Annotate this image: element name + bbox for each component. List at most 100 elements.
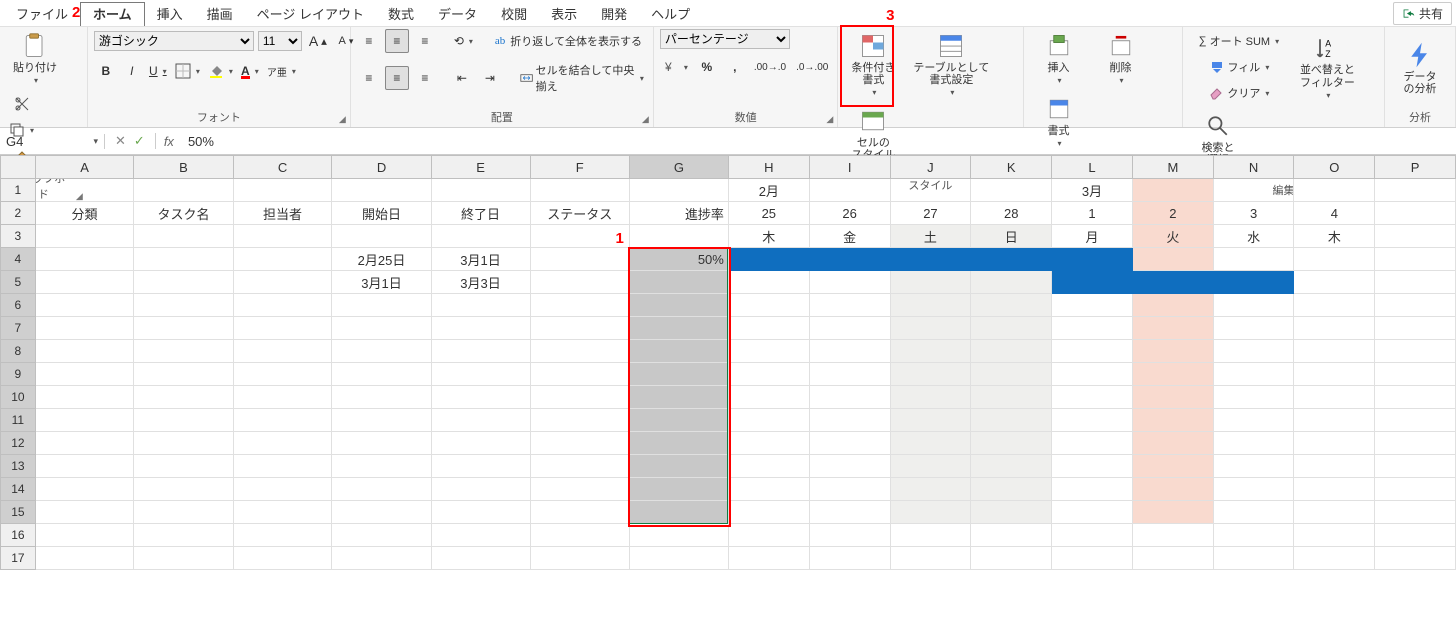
cell-O8[interactable] <box>1294 340 1375 363</box>
column-header-K[interactable]: K <box>971 156 1052 179</box>
cell-D3[interactable] <box>332 225 431 248</box>
cell-F16[interactable] <box>530 524 629 547</box>
wrap-text-button[interactable]: ab 折り返して全体を表示する <box>492 29 645 53</box>
cell-B10[interactable] <box>134 386 233 409</box>
cell-N3[interactable]: 水 <box>1213 225 1294 248</box>
cell-K12[interactable] <box>971 432 1052 455</box>
cell-K17[interactable] <box>971 547 1052 570</box>
cell-P1[interactable] <box>1375 179 1456 202</box>
cell-C10[interactable] <box>233 386 332 409</box>
cell-B5[interactable] <box>134 271 233 294</box>
cell-N11[interactable] <box>1213 409 1294 432</box>
format-as-table-button[interactable]: テーブルとして 書式設定 <box>906 29 996 100</box>
cell-P5[interactable] <box>1375 271 1456 294</box>
cell-K2[interactable]: 28 <box>971 202 1052 225</box>
cell-E3[interactable] <box>431 225 530 248</box>
cell-E4[interactable]: 3月1日 <box>431 248 530 271</box>
column-header-A[interactable]: A <box>35 156 134 179</box>
grow-font-button[interactable]: A▴ <box>306 29 330 53</box>
cell-H14[interactable] <box>728 478 809 501</box>
cell-C15[interactable] <box>233 501 332 524</box>
cell-E11[interactable] <box>431 409 530 432</box>
tab-数式[interactable]: 数式 <box>376 3 426 26</box>
cell-O3[interactable]: 木 <box>1294 225 1375 248</box>
cell-M13[interactable] <box>1132 455 1213 478</box>
cell-C16[interactable] <box>233 524 332 547</box>
cell-P8[interactable] <box>1375 340 1456 363</box>
row-header-17[interactable]: 17 <box>1 547 36 570</box>
bold-button[interactable]: B <box>94 59 118 83</box>
cell-A3[interactable] <box>35 225 134 248</box>
cell-B11[interactable] <box>134 409 233 432</box>
cell-C6[interactable] <box>233 294 332 317</box>
cell-N13[interactable] <box>1213 455 1294 478</box>
cancel-formula-button[interactable]: ✕ <box>115 133 126 149</box>
percent-button[interactable]: % <box>695 55 719 79</box>
comma-button[interactable]: , <box>723 55 747 79</box>
font-color-button[interactable]: A <box>238 59 262 83</box>
tab-表示[interactable]: 表示 <box>539 3 589 26</box>
tab-開発[interactable]: 開発 <box>589 3 639 26</box>
row-header-11[interactable]: 11 <box>1 409 36 432</box>
spreadsheet[interactable]: ABCDEFGHIJKLMNOP12月3月2分類タスク名担当者開始日終了日ステー… <box>0 155 1456 570</box>
cell-O16[interactable] <box>1294 524 1375 547</box>
cell-K15[interactable] <box>971 501 1052 524</box>
row-header-12[interactable]: 12 <box>1 432 36 455</box>
cell-L9[interactable] <box>1052 363 1133 386</box>
cell-H16[interactable] <box>728 524 809 547</box>
cell-H11[interactable] <box>728 409 809 432</box>
cell-G10[interactable] <box>629 386 728 409</box>
row-header-5[interactable]: 5 <box>1 271 36 294</box>
cell-M8[interactable] <box>1132 340 1213 363</box>
cell-J17[interactable] <box>890 547 971 570</box>
cell-B13[interactable] <box>134 455 233 478</box>
fill-color-button[interactable] <box>205 59 236 83</box>
cell-P3[interactable] <box>1375 225 1456 248</box>
cell-C13[interactable] <box>233 455 332 478</box>
column-header-H[interactable]: H <box>728 156 809 179</box>
align-bottom-button[interactable]: ≡ <box>413 29 437 53</box>
cell-L13[interactable] <box>1052 455 1133 478</box>
cell-H9[interactable] <box>728 363 809 386</box>
increase-decimal-button[interactable]: .00→.0 <box>751 55 789 79</box>
cell-I10[interactable] <box>809 386 890 409</box>
cell-N10[interactable] <box>1213 386 1294 409</box>
cell-I7[interactable] <box>809 317 890 340</box>
cell-A15[interactable] <box>35 501 134 524</box>
cell-A2[interactable]: 分類 <box>35 202 134 225</box>
cell-M17[interactable] <box>1132 547 1213 570</box>
cell-E13[interactable] <box>431 455 530 478</box>
cell-E14[interactable] <box>431 478 530 501</box>
cell-L5[interactable] <box>1052 271 1133 294</box>
cell-D1[interactable] <box>332 179 431 202</box>
align-right-button[interactable]: ≡ <box>413 66 437 90</box>
cell-P12[interactable] <box>1375 432 1456 455</box>
decrease-decimal-button[interactable]: .0→.00 <box>793 55 831 79</box>
cell-M12[interactable] <box>1132 432 1213 455</box>
cell-K9[interactable] <box>971 363 1052 386</box>
cell-L10[interactable] <box>1052 386 1133 409</box>
cell-O14[interactable] <box>1294 478 1375 501</box>
cell-N16[interactable] <box>1213 524 1294 547</box>
cell-N5[interactable] <box>1213 271 1294 294</box>
align-launcher[interactable]: ◢ <box>642 114 649 125</box>
align-left-button[interactable]: ≡ <box>357 66 381 90</box>
italic-button[interactable]: I <box>120 59 144 83</box>
cell-F12[interactable] <box>530 432 629 455</box>
cell-B12[interactable] <box>134 432 233 455</box>
cell-P4[interactable] <box>1375 248 1456 271</box>
cell-N4[interactable] <box>1213 248 1294 271</box>
cut-button[interactable] <box>6 92 37 116</box>
ruby-button[interactable]: ア亜 <box>264 59 299 83</box>
cell-B15[interactable] <box>134 501 233 524</box>
cell-B1[interactable] <box>134 179 233 202</box>
row-header-14[interactable]: 14 <box>1 478 36 501</box>
cell-H2[interactable]: 25 <box>728 202 809 225</box>
cell-K8[interactable] <box>971 340 1052 363</box>
cell-G3[interactable] <box>629 225 728 248</box>
cell-L7[interactable] <box>1052 317 1133 340</box>
row-header-16[interactable]: 16 <box>1 524 36 547</box>
column-header-B[interactable]: B <box>134 156 233 179</box>
cell-J5[interactable] <box>890 271 971 294</box>
cell-J13[interactable] <box>890 455 971 478</box>
